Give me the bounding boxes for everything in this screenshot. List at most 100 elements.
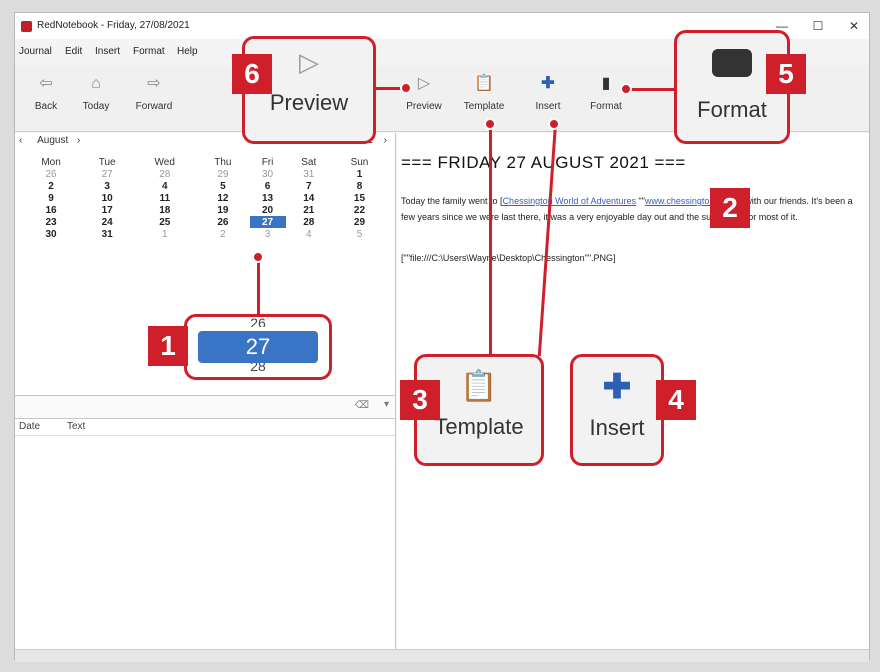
rednotebook-icon xyxy=(21,21,32,32)
maximize-icon[interactable]: ☐ xyxy=(807,17,829,35)
calendar-day[interactable]: 16 xyxy=(21,204,81,216)
dropdown-icon[interactable]: ▾ xyxy=(384,399,389,410)
entry-link[interactable]: Chessington World of Adventures xyxy=(503,196,636,206)
callout-5-line xyxy=(626,88,676,91)
home-icon: ⌂ xyxy=(91,75,101,92)
calendar-day[interactable]: 4 xyxy=(286,228,332,240)
calendar-day[interactable]: 9 xyxy=(21,192,81,204)
weekday-header: Sat xyxy=(301,157,317,168)
menu-edit[interactable]: Edit xyxy=(65,46,82,57)
para-text-2: "" xyxy=(635,196,645,206)
calendar-day[interactable]: 31 xyxy=(286,168,332,180)
today-label: Today xyxy=(82,101,110,112)
calendar-day[interactable]: 7 xyxy=(286,180,332,192)
menu-format[interactable]: Format xyxy=(133,46,165,57)
calendar-day[interactable]: 6 xyxy=(250,180,286,192)
printer-icon-large xyxy=(712,49,752,77)
calendar-day[interactable]: 27 xyxy=(249,216,286,228)
weekday-header: Sun xyxy=(350,157,369,168)
col-date[interactable]: Date xyxy=(19,421,40,432)
preview-button[interactable]: ▷ Preview xyxy=(399,69,449,127)
calendar-day[interactable]: 2 xyxy=(196,228,249,240)
callout-number-3: 3 xyxy=(400,380,440,420)
calendar-day[interactable]: 11 xyxy=(133,192,196,204)
entries-list-header: Date Text xyxy=(15,419,395,436)
calendar-day[interactable]: 23 xyxy=(21,216,81,228)
calendar-day[interactable]: 22 xyxy=(332,204,387,216)
back-button[interactable]: ⇦ Back xyxy=(21,69,71,127)
forward-arrow-icon: ⇨ xyxy=(147,75,161,92)
entry-paragraph: Today the family went to [Chessington Wo… xyxy=(401,193,861,225)
play-icon: ▷ xyxy=(417,75,431,92)
calendar-day[interactable]: 30 xyxy=(21,228,81,240)
callout-number-2: 2 xyxy=(710,188,750,228)
calendar-week: 26 27 28 29 30 31 1 xyxy=(21,168,387,180)
calendar-day[interactable]: 29 xyxy=(196,168,249,180)
left-pane: ‹ August › 2021 › MonTueWedThuFriSatSun … xyxy=(15,133,396,649)
forward-button[interactable]: ⇨ Forward xyxy=(129,69,179,127)
weekday-header: Tue xyxy=(98,157,116,168)
template-button[interactable]: 📋 Template xyxy=(459,69,509,127)
calendar-day[interactable]: 20 xyxy=(250,204,286,216)
calendar-day[interactable]: 15 xyxy=(332,192,387,204)
calendar-day[interactable]: 10 xyxy=(81,192,133,204)
menu-insert[interactable]: Insert xyxy=(95,46,120,57)
search-bar[interactable]: ⌫ ▾ xyxy=(15,395,395,419)
calendar-day[interactable]: 26 xyxy=(196,216,249,228)
calendar-day[interactable]: 8 xyxy=(332,180,387,192)
callout-5-dot xyxy=(620,83,632,95)
calendar-day[interactable]: 29 xyxy=(332,216,387,228)
insert-button[interactable]: ✚ Insert xyxy=(523,69,573,127)
plus-icon: ✚ xyxy=(541,75,555,92)
calendar-day[interactable]: 18 xyxy=(133,204,196,216)
menu-journal[interactable]: Journal xyxy=(19,46,52,57)
col-text[interactable]: Text xyxy=(67,421,85,432)
clear-search-icon[interactable]: ⌫ xyxy=(355,400,369,411)
weekday-header: Mon xyxy=(41,157,61,168)
calendar-day[interactable]: 1 xyxy=(133,228,196,240)
calendar-day[interactable]: 31 xyxy=(81,228,133,240)
calendar-day[interactable]: 3 xyxy=(81,180,133,192)
calendar-day[interactable]: 21 xyxy=(286,204,332,216)
forward-label: Forward xyxy=(135,101,173,112)
para-text-1: Today the family went to [ xyxy=(401,196,503,206)
format-button[interactable]: ▮ Format xyxy=(581,69,631,127)
callout-4-dot xyxy=(548,118,560,130)
calendar-day[interactable]: 5 xyxy=(332,228,387,240)
callout-date-next: 28 xyxy=(250,363,266,371)
close-icon[interactable]: ✕ xyxy=(843,17,865,35)
preview-label: Preview xyxy=(406,101,442,112)
calendar-day[interactable]: 19 xyxy=(196,204,249,216)
calendar-day[interactable]: 13 xyxy=(250,192,286,204)
calendar-day[interactable]: 27 xyxy=(81,168,133,180)
calendar-day[interactable]: 1 xyxy=(332,168,387,180)
calendar-day[interactable]: 4 xyxy=(133,180,196,192)
calendar-grid: Mon Tue Wed Thu Fri Sat Sun 26 27 28 29 30 31 1 2 3 4 5 6… xyxy=(21,157,387,240)
calendar-day[interactable]: 28 xyxy=(133,168,196,180)
prev-month-icon[interactable]: ‹ xyxy=(19,135,22,146)
calendar-day[interactable]: 14 xyxy=(286,192,332,204)
callout-number-5: 5 xyxy=(766,54,806,94)
template-label: Template xyxy=(463,101,505,112)
next-month-icon[interactable]: › xyxy=(77,135,80,146)
today-button[interactable]: ⌂ Today xyxy=(71,69,121,127)
calendar-day[interactable]: 3 xyxy=(250,228,286,240)
window-title: RedNotebook - Friday, 27/08/2021 xyxy=(37,20,190,31)
back-label: Back xyxy=(34,101,58,112)
callout-number-1: 1 xyxy=(148,326,188,366)
calendar-day[interactable]: 17 xyxy=(81,204,133,216)
menu-help[interactable]: Help xyxy=(177,46,198,57)
calendar-day[interactable]: 30 xyxy=(250,168,286,180)
calendar-day[interactable]: 5 xyxy=(196,180,249,192)
callout-format-label: Format xyxy=(697,97,767,122)
calendar-day[interactable]: 25 xyxy=(133,216,196,228)
next-year-icon[interactable]: › xyxy=(384,135,387,146)
weekday-header: Fri xyxy=(261,157,274,168)
calendar-day[interactable]: 2 xyxy=(21,180,81,192)
calendar-day[interactable]: 12 xyxy=(196,192,249,204)
calendar-day[interactable]: 24 xyxy=(81,216,133,228)
calendar-day[interactable]: 26 xyxy=(21,168,81,180)
status-bar xyxy=(15,649,869,662)
callout-insert-label: Insert xyxy=(589,415,645,440)
calendar-day[interactable]: 28 xyxy=(286,216,332,228)
